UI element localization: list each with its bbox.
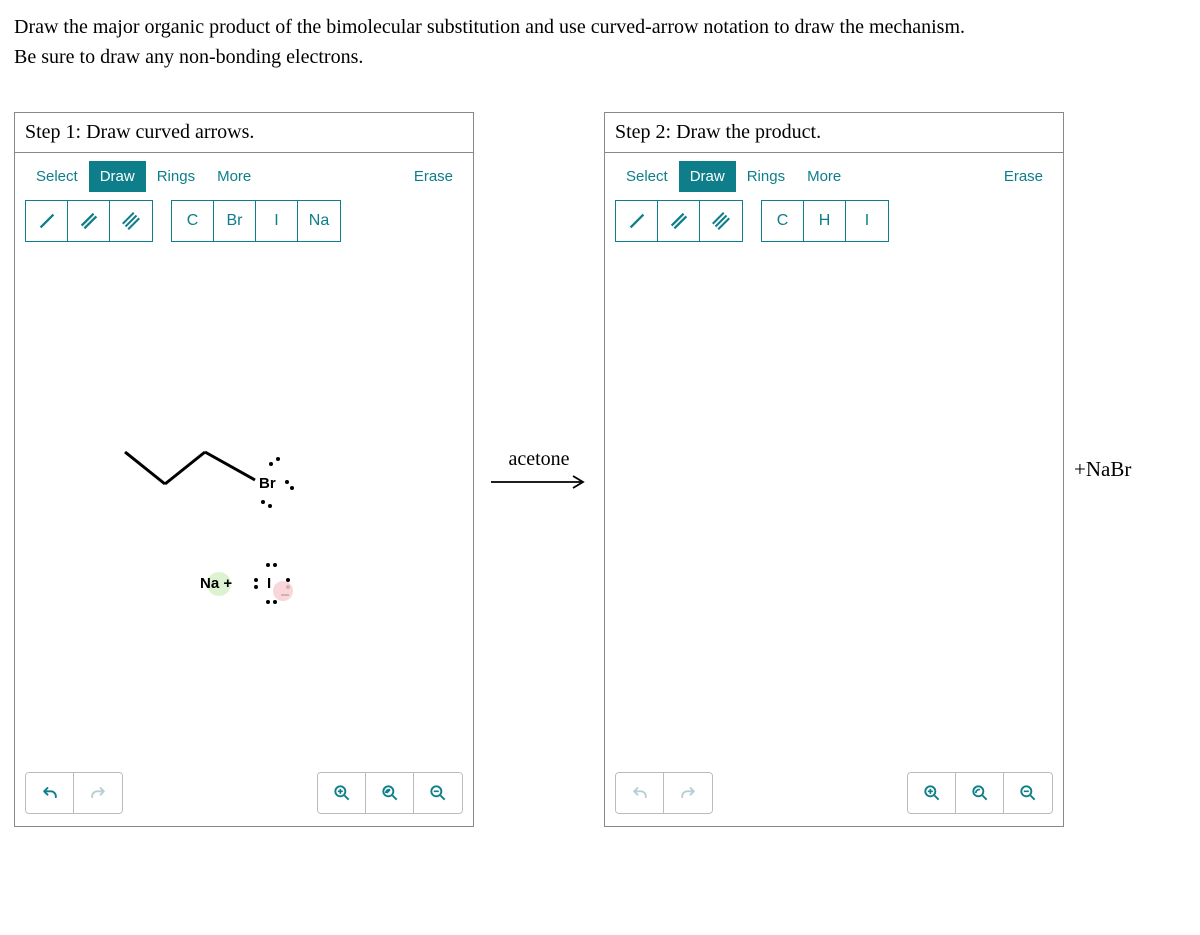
zoom-group-2 — [907, 772, 1053, 814]
undo-redo-group — [25, 772, 123, 814]
bond-tool-group-2 — [615, 200, 743, 242]
panel-step-1: Step 1: Draw curved arrows. Select Draw … — [14, 112, 474, 827]
double-bond-tool-2[interactable] — [658, 201, 700, 241]
bond-tool-group — [25, 200, 153, 242]
atom-c-button[interactable]: C — [172, 201, 214, 241]
zoom-out-button[interactable] — [414, 773, 462, 813]
zoom-in-button[interactable] — [318, 773, 366, 813]
panel-step-2: Step 2: Draw the product. Select Draw Ri… — [604, 112, 1064, 827]
reaction-layout: Step 1: Draw curved arrows. Select Draw … — [14, 112, 1186, 827]
panel-2-tabs: Select Draw Rings More — [615, 161, 852, 192]
reaction-arrow-col: acetone — [484, 448, 594, 491]
single-bond-tool[interactable] — [26, 201, 68, 241]
atom-tool-group-2: C H I — [761, 200, 889, 242]
erase-button-2[interactable]: Erase — [994, 162, 1053, 191]
molecule-bonds — [95, 432, 355, 652]
tab-draw-2[interactable]: Draw — [679, 161, 736, 192]
panel-1-canvas[interactable]: Br Na + I — [15, 252, 473, 826]
panel-1-tabs: Select Draw Rings More — [25, 161, 262, 192]
atom-br-button[interactable]: Br — [214, 201, 256, 241]
atom-i-button[interactable]: I — [256, 201, 298, 241]
zoom-group — [317, 772, 463, 814]
question-line-1: Draw the major organic product of the bi… — [14, 12, 1186, 42]
panel-1-toolbar: Select Draw Rings More Erase — [15, 153, 473, 196]
panel-1-tools: C Br I Na — [15, 196, 473, 252]
panel-2-bottom-bar — [615, 772, 1053, 814]
tab-rings[interactable]: Rings — [146, 161, 206, 192]
zoom-reset-button-2[interactable] — [956, 773, 1004, 813]
tab-more-2[interactable]: More — [796, 161, 852, 192]
atom-na-button[interactable]: Na — [298, 201, 340, 241]
label-iodide: I — [267, 575, 271, 592]
tab-rings-2[interactable]: Rings — [736, 161, 796, 192]
panel-2-canvas[interactable] — [605, 252, 1063, 826]
undo-redo-group-2 — [615, 772, 713, 814]
panel-1-title: Step 1: Draw curved arrows. — [15, 113, 473, 153]
redo-button[interactable] — [74, 773, 122, 813]
panel-2-title: Step 2: Draw the product. — [605, 113, 1063, 153]
redo-button-2[interactable] — [664, 773, 712, 813]
zoom-out-button-2[interactable] — [1004, 773, 1052, 813]
question-line-2: Be sure to draw any non-bonding electron… — [14, 42, 1186, 72]
zoom-in-button-2[interactable] — [908, 773, 956, 813]
tab-draw[interactable]: Draw — [89, 161, 146, 192]
solvent-label: acetone — [508, 448, 569, 471]
panel-2-tools: C H I — [605, 196, 1063, 252]
atom-c-button-2[interactable]: C — [762, 201, 804, 241]
undo-button[interactable] — [26, 773, 74, 813]
label-br: Br — [259, 475, 276, 492]
tab-select-2[interactable]: Select — [615, 161, 679, 192]
tab-more[interactable]: More — [206, 161, 262, 192]
tab-select[interactable]: Select — [25, 161, 89, 192]
panel-2-toolbar: Select Draw Rings More Erase — [605, 153, 1063, 196]
byproduct-label: +NaBr — [1074, 457, 1131, 482]
atom-tool-group: C Br I Na — [171, 200, 341, 242]
undo-button-2[interactable] — [616, 773, 664, 813]
zoom-reset-button[interactable] — [366, 773, 414, 813]
label-na-plus: Na + — [200, 575, 232, 592]
atom-i-button-2[interactable]: I — [846, 201, 888, 241]
reaction-arrow-icon — [489, 473, 589, 491]
atom-h-button-2[interactable]: H — [804, 201, 846, 241]
triple-bond-tool-2[interactable] — [700, 201, 742, 241]
double-bond-tool[interactable] — [68, 201, 110, 241]
panel-1-bottom-bar — [25, 772, 463, 814]
single-bond-tool-2[interactable] — [616, 201, 658, 241]
question-text: Draw the major organic product of the bi… — [14, 12, 1186, 72]
molecule-area: Br Na + I — [95, 432, 355, 652]
triple-bond-tool[interactable] — [110, 201, 152, 241]
erase-button[interactable]: Erase — [404, 162, 463, 191]
